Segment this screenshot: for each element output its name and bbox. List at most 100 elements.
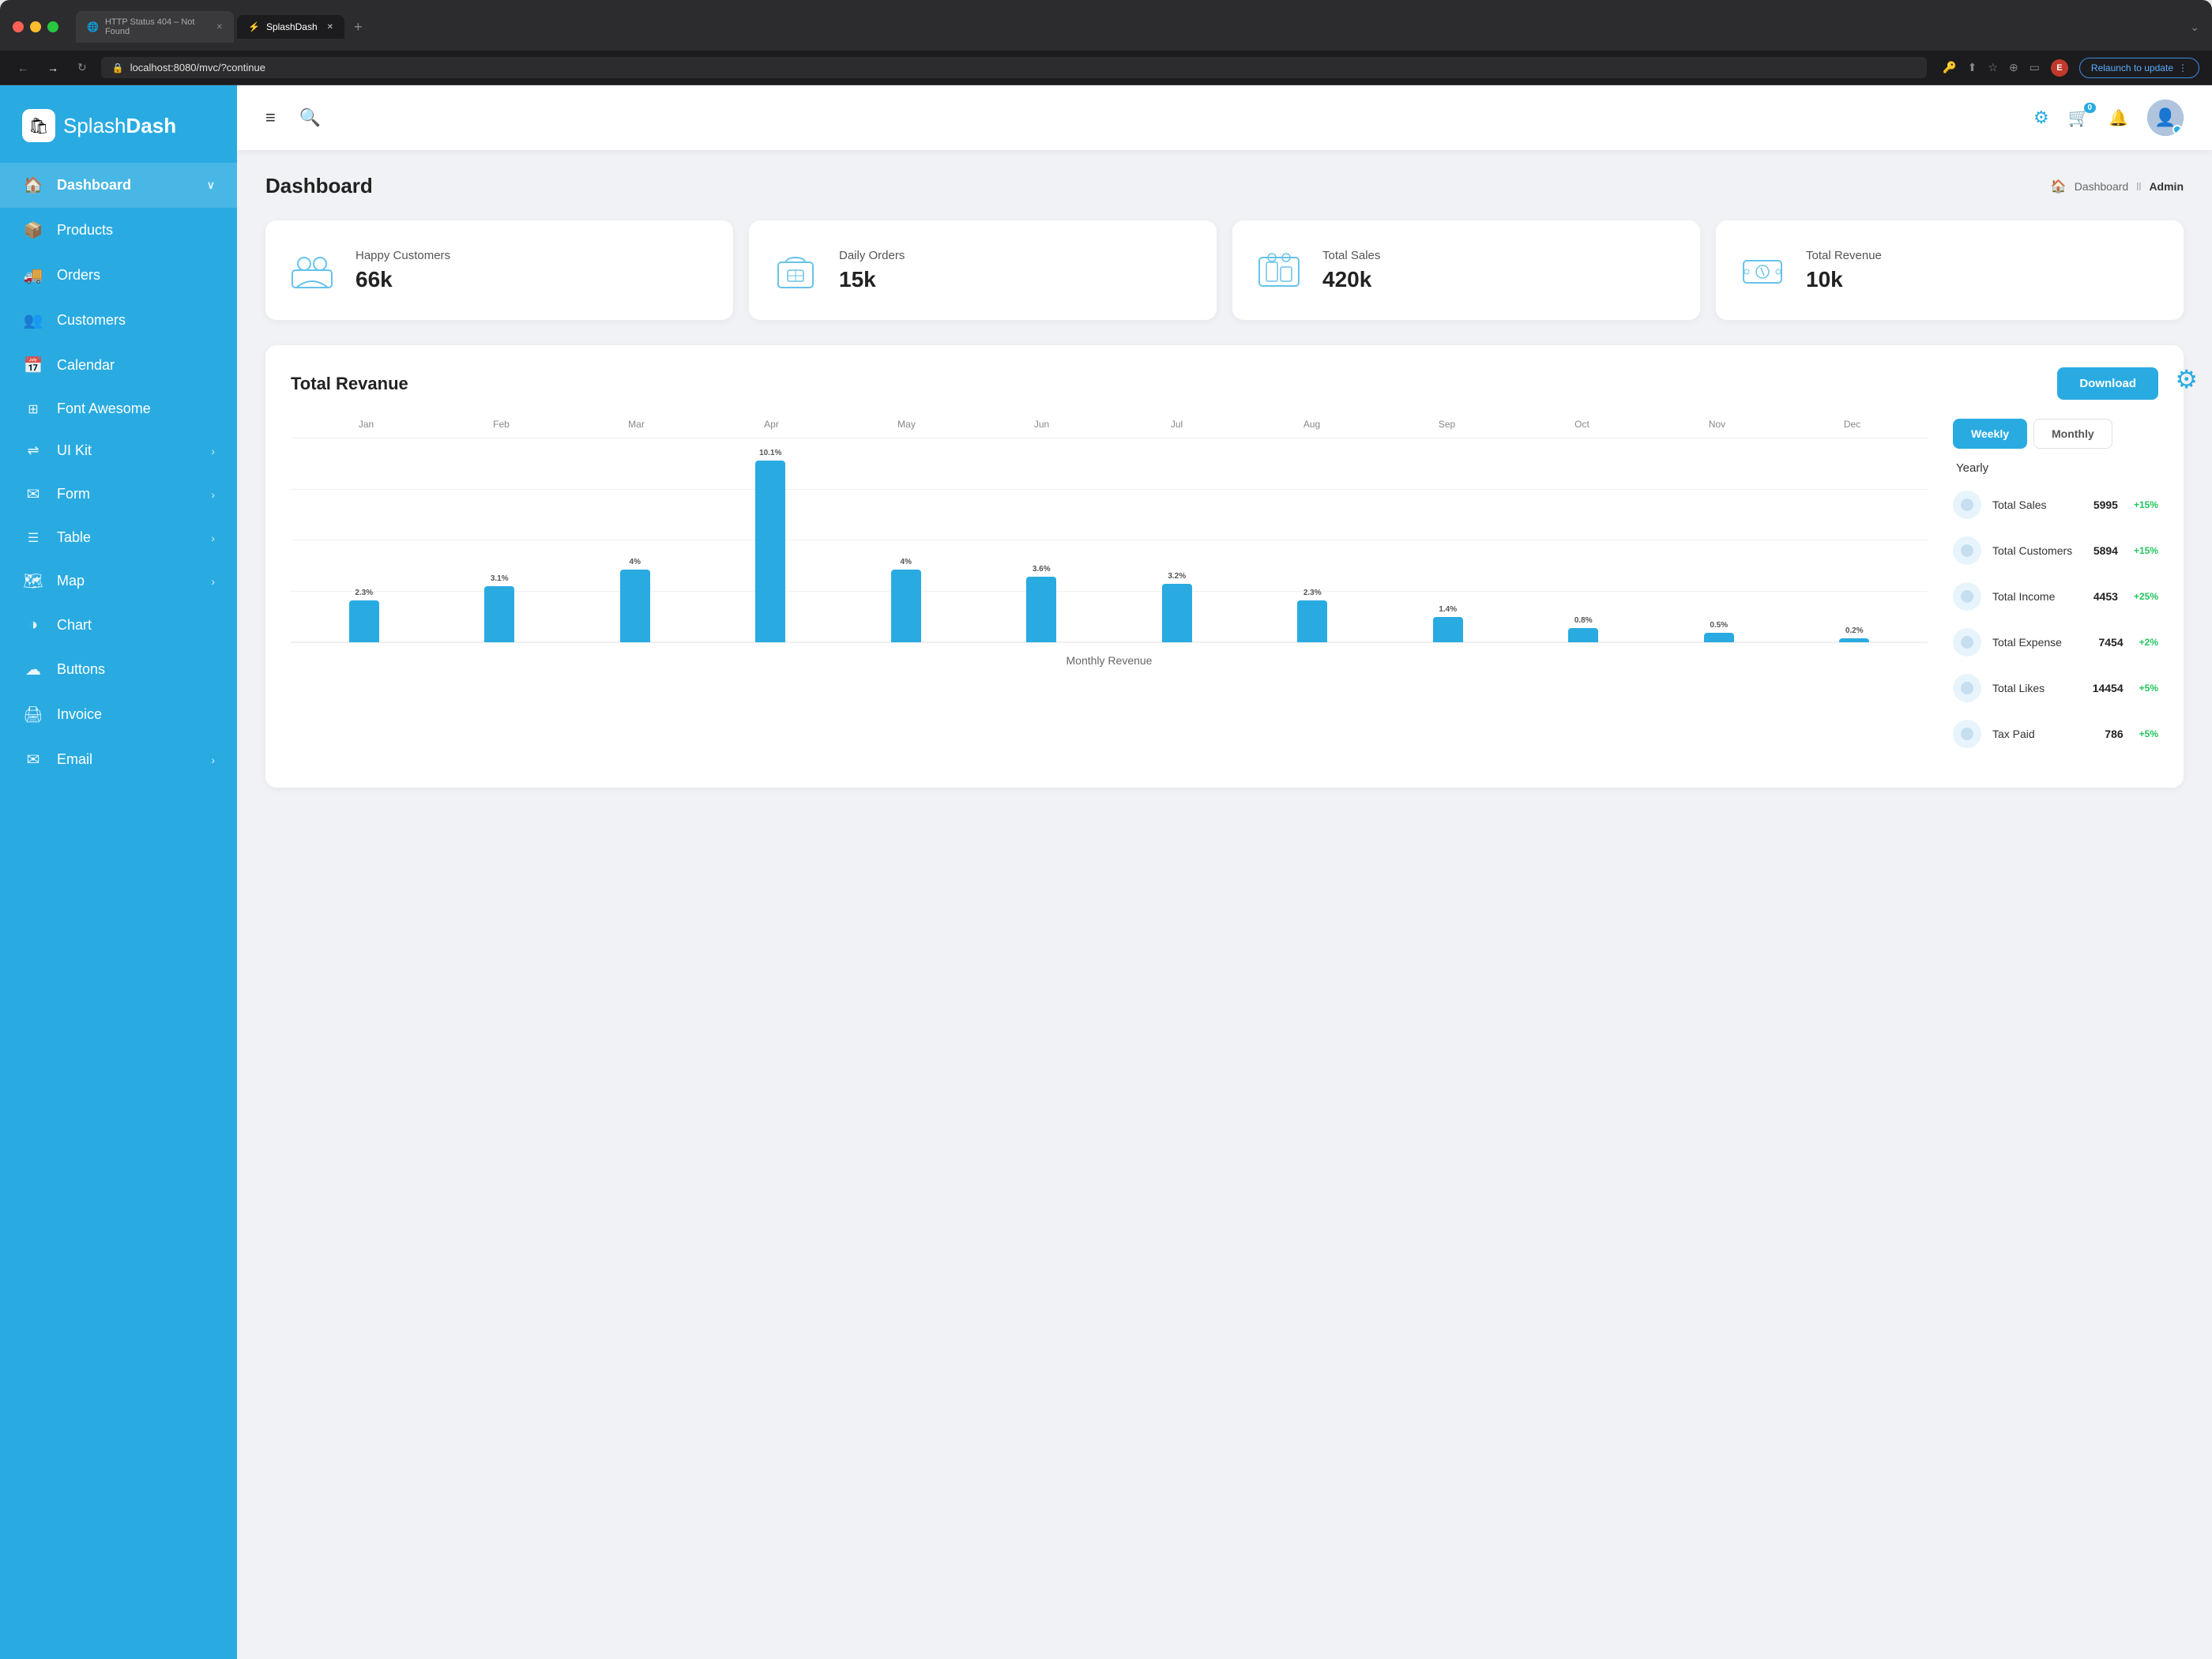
map-icon: 🗺 bbox=[22, 571, 44, 591]
bar-col-apr: 10.1% bbox=[705, 438, 837, 642]
bar-label-oct: 0.8% bbox=[1574, 616, 1593, 625]
bar-label-sep: 1.4% bbox=[1439, 605, 1457, 614]
bar-may[interactable] bbox=[891, 570, 921, 642]
close-button[interactable] bbox=[13, 21, 24, 32]
profile-icon[interactable]: E bbox=[2051, 59, 2068, 77]
maximize-button[interactable] bbox=[47, 21, 58, 32]
search-icon[interactable]: 🔍 bbox=[299, 107, 321, 128]
chevron-right-icon-email: › bbox=[211, 754, 215, 766]
sidebar-nav: 🏠 Dashboard ∨ 📦 Products 🚚 Orders 👥 Cust… bbox=[0, 163, 237, 798]
relaunch-button[interactable]: Relaunch to update ⋮ bbox=[2079, 58, 2199, 78]
main-area: ≡ 🔍 ⚙ 🛒 0 🔔 👤 bbox=[237, 85, 2212, 1659]
browser-tabs: 🌐 HTTP Status 404 – Not Found ✕ ⚡ Splash… bbox=[76, 11, 2182, 43]
chart-months: Jan Feb Mar Apr May Jun Jul Aug Sep Oct … bbox=[291, 419, 1928, 430]
sidebar-item-ui-kit[interactable]: ⇌ UI Kit › bbox=[0, 430, 237, 472]
stat-row-total-sales: Total Sales 5995 +15% bbox=[1953, 491, 2158, 519]
new-tab-button[interactable]: + bbox=[348, 19, 369, 36]
browser-tab-404[interactable]: 🌐 HTTP Status 404 – Not Found ✕ bbox=[76, 11, 234, 43]
sidebar-item-calendar[interactable]: 📅 Calendar bbox=[0, 343, 237, 388]
sidebar-item-font-awesome[interactable]: ⊞ Font Awesome bbox=[0, 388, 237, 430]
tab-splashdash-close[interactable]: ✕ bbox=[327, 23, 333, 32]
browser-tab-splashdash[interactable]: ⚡ SplashDash ✕ bbox=[237, 15, 344, 39]
sidebar-item-email[interactable]: ✉ Email › bbox=[0, 737, 237, 782]
sidebar-item-orders[interactable]: 🚚 Orders bbox=[0, 253, 237, 298]
breadcrumb-home: Dashboard bbox=[2075, 180, 2129, 193]
bar-feb[interactable] bbox=[484, 586, 514, 642]
calendar-icon: 📅 bbox=[22, 356, 44, 375]
monthly-toggle[interactable]: Monthly bbox=[2033, 419, 2112, 449]
reload-button[interactable]: ↻ bbox=[73, 59, 92, 76]
cart-badge: 0 bbox=[2084, 103, 2097, 113]
chart-footer: Monthly Revenue bbox=[291, 654, 1928, 667]
relaunch-menu-icon: ⋮ bbox=[2178, 62, 2188, 73]
forward-button[interactable]: → bbox=[43, 60, 63, 76]
notification-button[interactable]: 🔔 bbox=[2109, 108, 2128, 128]
sidebar-item-table[interactable]: ☰ Table › bbox=[0, 517, 237, 559]
sidebar-item-ui-kit-label: UI Kit bbox=[57, 442, 92, 459]
key-icon[interactable]: 🔑 bbox=[1943, 61, 1956, 74]
chevron-right-icon-table: › bbox=[211, 532, 215, 544]
total-sales-dot bbox=[1953, 491, 1981, 519]
bookmark-icon[interactable]: ☆ bbox=[1988, 61, 1998, 74]
stat-label-customers: Happy Customers bbox=[356, 249, 450, 262]
tab-404-close[interactable]: ✕ bbox=[216, 23, 223, 32]
sidebar-item-form[interactable]: ✉ Form › bbox=[0, 472, 237, 517]
sidebar-item-buttons[interactable]: ☁ Buttons bbox=[0, 647, 237, 692]
sidebar-item-map[interactable]: 🗺 Map › bbox=[0, 559, 237, 604]
back-button[interactable]: ← bbox=[13, 60, 33, 76]
sidebar-item-invoice[interactable]: 🖨 Invoice bbox=[0, 692, 237, 737]
total-sales-change: +15% bbox=[2134, 499, 2158, 510]
bar-dec[interactable] bbox=[1839, 638, 1869, 642]
sidebar-item-dashboard[interactable]: 🏠 Dashboard ∨ bbox=[0, 163, 237, 208]
weekly-toggle[interactable]: Weekly bbox=[1953, 419, 2027, 449]
stat-row-total-expense: Total Expense 7454 +2% bbox=[1953, 628, 2158, 656]
bar-oct[interactable] bbox=[1568, 628, 1598, 642]
bar-col-jan: 2.3% bbox=[299, 438, 430, 642]
orders-icon: 🚚 bbox=[22, 265, 44, 285]
bar-label-nov: 0.5% bbox=[1710, 621, 1728, 630]
sidebar-item-customers-label: Customers bbox=[57, 312, 126, 329]
sidebar-logo: 🛍 SplashDash bbox=[0, 85, 237, 163]
bar-sep[interactable] bbox=[1433, 617, 1463, 642]
download-button[interactable]: Download bbox=[2057, 367, 2158, 400]
share-icon[interactable]: ⬆ bbox=[1968, 61, 1977, 74]
products-icon: 📦 bbox=[22, 220, 44, 240]
hamburger-icon[interactable]: ≡ bbox=[265, 107, 276, 128]
stat-card-sales: Total Sales 420k bbox=[1232, 220, 1700, 320]
view-toggles: Weekly Monthly bbox=[1953, 419, 2158, 449]
bar-col-feb: 3.1% bbox=[434, 438, 566, 642]
address-input[interactable]: 🔒 localhost:8080/mvc/?continue bbox=[101, 57, 1927, 78]
chevron-right-icon-ui-kit: › bbox=[211, 445, 215, 457]
total-expense-change: +2% bbox=[2139, 637, 2158, 648]
chevron-right-icon-map: › bbox=[211, 575, 215, 588]
total-income-row-label: Total Income bbox=[1992, 590, 2082, 603]
extensions-icon[interactable]: ⊕ bbox=[2009, 61, 2018, 74]
bar-aug[interactable] bbox=[1297, 600, 1327, 642]
daily-orders-icon bbox=[768, 243, 823, 298]
month-jan: Jan bbox=[299, 419, 434, 430]
stat-value-customers: 66k bbox=[356, 267, 450, 292]
gear-settings-icon[interactable]: ⚙ bbox=[2175, 364, 2198, 394]
stat-value-orders: 15k bbox=[839, 267, 905, 292]
bar-label-jun: 3.6% bbox=[1033, 565, 1051, 574]
bar-col-jul: 3.2% bbox=[1112, 438, 1243, 642]
stat-value-sales: 420k bbox=[1322, 267, 1380, 292]
settings-button[interactable]: ⚙ bbox=[2033, 107, 2049, 128]
sidebar-item-customers[interactable]: 👥 Customers bbox=[0, 298, 237, 343]
bar-jul[interactable] bbox=[1162, 584, 1192, 642]
user-avatar[interactable]: 👤 bbox=[2147, 100, 2184, 136]
bar-col-sep: 1.4% bbox=[1382, 438, 1514, 642]
bar-jan[interactable] bbox=[349, 600, 379, 642]
cart-button[interactable]: 🛒 0 bbox=[2068, 107, 2090, 128]
top-header: ≡ 🔍 ⚙ 🛒 0 🔔 👤 bbox=[237, 85, 2212, 150]
minimize-button[interactable] bbox=[30, 21, 41, 32]
sidebar-item-chart[interactable]: ◑ Chart bbox=[0, 604, 237, 647]
chevron-down-icon: ∨ bbox=[207, 179, 215, 192]
sidebar-icon[interactable]: ▭ bbox=[2030, 61, 2040, 74]
sidebar-item-products[interactable]: 📦 Products bbox=[0, 208, 237, 253]
total-likes-row-value: 14454 bbox=[2093, 682, 2124, 694]
bar-apr[interactable] bbox=[755, 461, 785, 642]
bar-jun[interactable] bbox=[1026, 577, 1056, 642]
bar-mar[interactable] bbox=[620, 570, 650, 642]
bar-nov[interactable] bbox=[1704, 633, 1734, 642]
